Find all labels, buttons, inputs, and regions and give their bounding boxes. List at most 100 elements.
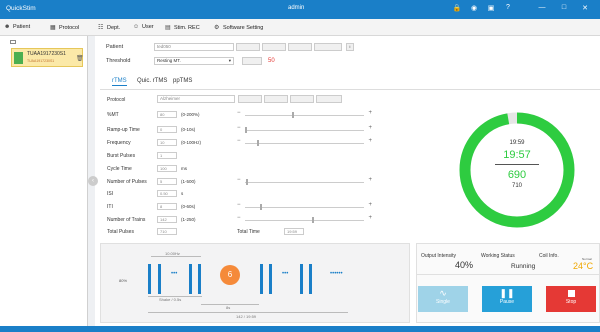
param-input-number-of-trains[interactable]: 142 [157, 216, 177, 223]
waveform-intensity-label: 80% [119, 278, 128, 283]
param-slider-number-of-trains[interactable]: − + [237, 215, 372, 223]
minus-icon[interactable]: − [237, 177, 241, 183]
help-icon[interactable]: ? [503, 4, 513, 11]
patient-list-panel: TUAA1917230S1 TUAA1917230S1 🗑 [0, 36, 88, 326]
param-input-ramp-up-time[interactable]: 0 [157, 126, 177, 133]
minus-icon[interactable]: − [237, 110, 241, 116]
working-status-label: Working Status [481, 253, 515, 259]
plus-icon[interactable]: + [368, 125, 372, 131]
close-icon[interactable]: ✕ [580, 4, 590, 12]
param-input-mt[interactable]: 80 [157, 111, 177, 118]
slider-knob[interactable] [291, 112, 294, 118]
param-slider-mt[interactable]: − + [237, 110, 372, 118]
coil-info-label: Coil Info. [539, 253, 559, 259]
maximize-icon[interactable]: □ [559, 4, 569, 11]
slider-knob[interactable] [256, 140, 259, 146]
param-slider-iti[interactable]: − + [237, 202, 372, 210]
param-input-number-of-pulses[interactable]: 5 [157, 178, 177, 185]
slider-knob[interactable] [311, 217, 314, 223]
minimize-icon[interactable]: — [537, 4, 547, 11]
patient-status-badge [14, 52, 23, 64]
protocol-action-button-1[interactable] [238, 95, 262, 103]
slider-knob[interactable] [260, 204, 263, 210]
menu-user[interactable]: ☺ User [133, 24, 154, 30]
collapse-arrow-icon[interactable]: ‹ [88, 176, 98, 186]
patient-action-button-2[interactable] [262, 43, 286, 51]
param-slider-number-of-pulses[interactable]: − + [237, 177, 372, 185]
patient-card[interactable]: TUAA1917230S1 TUAA1917230S1 🗑 [11, 48, 84, 67]
plus-icon[interactable]: + [368, 177, 372, 183]
eye-icon[interactable]: ◉ [469, 4, 479, 12]
protocol-label: Protocol [107, 97, 126, 103]
total-pulses-label: Total Pulses [107, 229, 134, 235]
patient-action-button-1[interactable] [236, 43, 260, 51]
pause-button-label: Pause [499, 299, 515, 305]
menu-software-setting[interactable]: ⚙ Software Setting [214, 24, 263, 31]
param-input-iti[interactable]: 8 [157, 203, 177, 210]
plus-icon[interactable]: + [368, 202, 372, 208]
protocol-field[interactable]: Alzheimer [157, 95, 235, 103]
total-time-label: Total Time [237, 229, 260, 235]
protocol-action-button-2[interactable] [264, 95, 288, 103]
param-range-frequency: (0-100Hz) [181, 140, 202, 145]
menu-patient[interactable]: ☻ Patient [4, 24, 30, 30]
tab-pptms[interactable]: ppTMS [173, 78, 192, 84]
param-slider-frequency[interactable]: − + [237, 138, 372, 146]
slider-track [245, 143, 364, 144]
train-marker [148, 312, 348, 313]
plus-icon[interactable]: + [368, 138, 372, 144]
stop-button[interactable]: Stop [546, 286, 596, 312]
tab-rtms[interactable]: rTMS [112, 78, 127, 86]
slider-knob[interactable] [245, 127, 247, 133]
protocol-action-button-3[interactable] [290, 95, 314, 103]
single-button[interactable]: ∿ Single [418, 286, 468, 312]
pulse-bar [260, 264, 263, 294]
slider-track [245, 130, 364, 131]
waveform-panel: 10.00Hz 80% ••• 6 ••• •••••• Shake / 0.5… [100, 243, 410, 323]
total-pulses-value: 710 [157, 228, 177, 235]
param-slider-ramp-up-time[interactable]: − + [237, 125, 372, 133]
current-user: admin [288, 5, 305, 11]
pulse-bar [198, 264, 201, 294]
patient-field[interactable]: ted050 [154, 43, 234, 51]
pause-button[interactable]: ❚❚ Pause [482, 286, 532, 312]
menu-dept[interactable]: ☷ Dept. [98, 24, 120, 31]
param-label-burst-pulses: Burst Pulses [107, 153, 136, 159]
lock-icon[interactable]: 🔒 [452, 4, 462, 12]
tab-quic-rtms[interactable]: Quic. rTMS [137, 78, 167, 84]
plus-icon[interactable]: + [368, 215, 372, 221]
patient-icon: ☻ [4, 24, 11, 30]
protocol-action-button-4[interactable] [316, 95, 342, 103]
menu-stim-rec[interactable]: ▤ Stim. REC [165, 24, 200, 31]
status-divider [417, 274, 600, 275]
minus-icon[interactable]: − [237, 202, 241, 208]
timer-remaining: 19:57 [503, 149, 531, 161]
param-input-cycle-time[interactable]: 100 [157, 165, 177, 172]
device-icon [10, 40, 16, 44]
threshold-select[interactable]: Resting MT. ▾ [154, 57, 234, 65]
minus-icon[interactable]: − [237, 125, 241, 131]
param-input-isi[interactable]: 0.50 [157, 190, 177, 197]
minus-icon[interactable]: − [237, 215, 241, 221]
menu-protocol[interactable]: ▦ Protocol [50, 24, 79, 31]
trash-icon[interactable]: 🗑 [76, 55, 84, 62]
train-dots: •••••• [330, 271, 343, 277]
threshold-label: Threshold [106, 58, 131, 64]
patient-card-name: TUAA1917230S1 [27, 51, 66, 57]
patient-action-button-4[interactable] [314, 43, 342, 51]
patient-info-button[interactable]: i [346, 43, 354, 51]
slider-knob[interactable] [246, 179, 249, 185]
frequency-marker [151, 256, 201, 257]
plus-icon[interactable]: + [368, 110, 372, 116]
pulse-dots: ••• [171, 271, 178, 277]
minus-icon[interactable]: − [237, 138, 241, 144]
param-input-frequency[interactable]: 10 [157, 139, 177, 146]
threshold-button[interactable] [242, 57, 262, 65]
menu-bar: ☻ Patient ▦ Protocol ☷ Dept. ☺ User ▤ Stim. R… [0, 19, 600, 36]
timer-total: 19:59 [509, 140, 525, 146]
record-icon[interactable]: ▣ [486, 4, 496, 12]
menu-label: User [142, 24, 154, 30]
param-input-burst-pulses[interactable]: 1 [157, 152, 177, 159]
param-label-mt: %MT [107, 112, 119, 118]
patient-action-button-3[interactable] [288, 43, 312, 51]
